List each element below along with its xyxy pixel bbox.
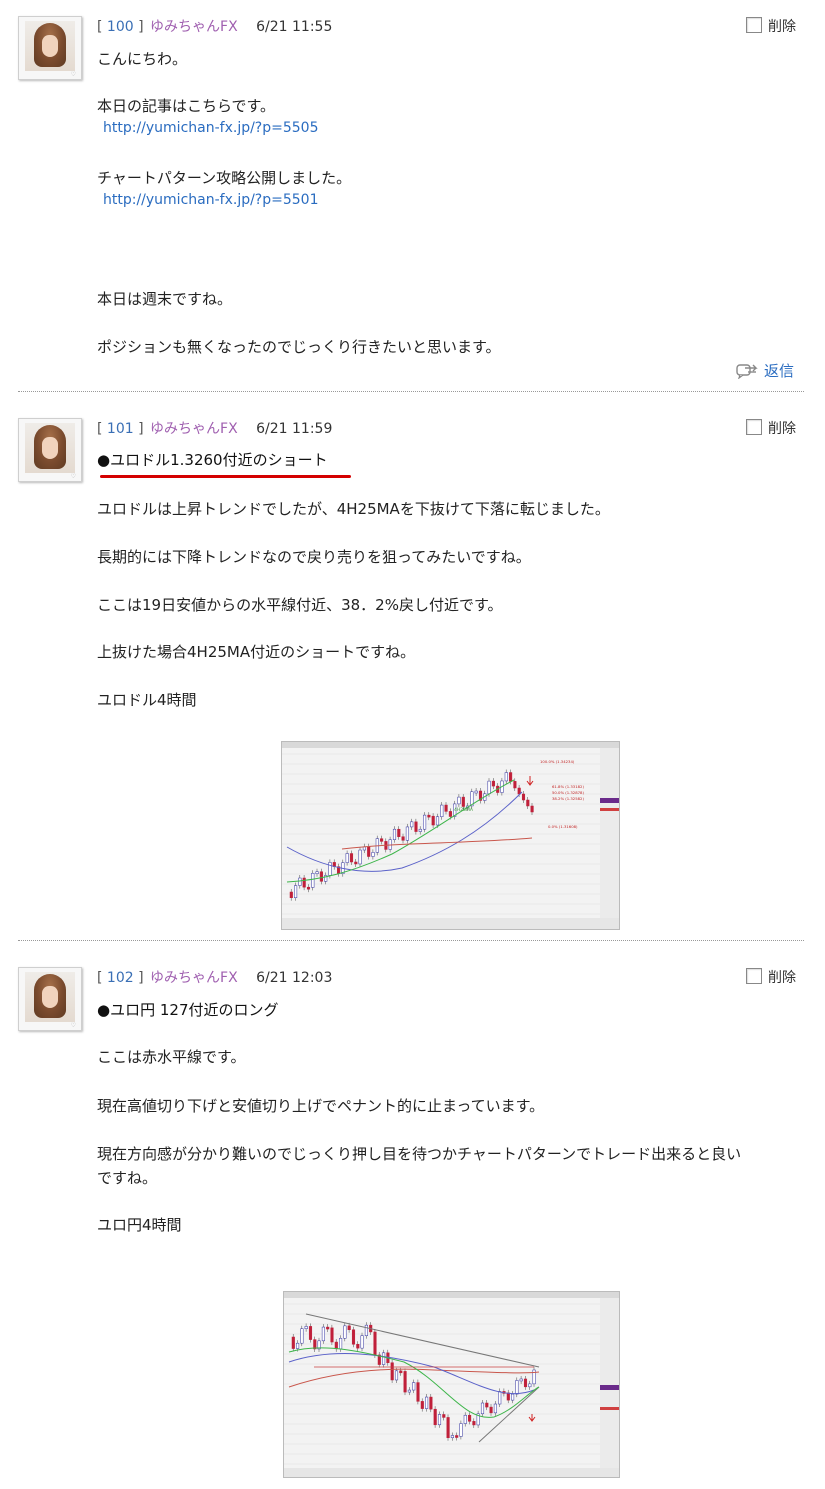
candle — [437, 1414, 442, 1426]
candle — [360, 1335, 364, 1349]
candle — [455, 1435, 459, 1438]
candle — [463, 1414, 467, 1424]
candle — [300, 1328, 304, 1344]
candle — [308, 1326, 313, 1340]
candle — [291, 1336, 295, 1349]
candle — [373, 1331, 377, 1356]
comment-102: ♡ [ 102 ] ゆみちゃんFX 6/21 12:03 削除 ●ユロ円 127… — [0, 0, 825, 1489]
candle — [528, 1383, 532, 1388]
candle — [356, 1344, 360, 1349]
candle — [334, 1341, 338, 1350]
body-line: ユロ円4時間 — [97, 1216, 182, 1234]
candle — [450, 1435, 454, 1439]
candle — [304, 1326, 308, 1329]
candle — [519, 1378, 523, 1382]
candle — [506, 1392, 510, 1401]
candle — [416, 1382, 420, 1402]
candle — [511, 1393, 515, 1401]
candle — [321, 1326, 325, 1342]
body-line: ここは赤水平線です。 — [97, 1048, 246, 1066]
candle — [472, 1421, 476, 1426]
candle — [347, 1325, 351, 1330]
candle — [420, 1401, 424, 1409]
candle — [485, 1402, 489, 1408]
candle — [515, 1380, 519, 1395]
candle — [364, 1324, 368, 1336]
candle — [351, 1329, 356, 1345]
candle — [339, 1338, 343, 1350]
candle — [489, 1406, 493, 1414]
candle — [394, 1370, 399, 1381]
candle — [425, 1396, 429, 1409]
candle — [498, 1391, 502, 1405]
candle — [326, 1326, 330, 1330]
candle — [493, 1403, 497, 1414]
body-line: ですね。 — [97, 1169, 158, 1187]
candle — [343, 1325, 347, 1339]
candle — [523, 1378, 528, 1388]
candle — [433, 1408, 437, 1426]
body-line: 現在方向感が分かり難いのでじっくり押し目を待つかチャートパターンでトレード出来る… — [97, 1145, 742, 1163]
candle — [468, 1414, 472, 1422]
post-headline: ●ユロ円 127付近のロング — [97, 1001, 279, 1019]
chart-svg — [284, 1292, 619, 1477]
candle — [403, 1371, 407, 1393]
candle — [382, 1352, 386, 1365]
candle — [412, 1382, 416, 1391]
checkbox-icon[interactable] — [746, 968, 762, 984]
candle — [399, 1370, 403, 1374]
candle — [442, 1414, 446, 1418]
candle — [296, 1342, 300, 1349]
comment-number-link[interactable]: 102 — [107, 970, 134, 986]
comment-date: 6/21 12:03 — [256, 970, 333, 986]
candle — [330, 1327, 334, 1343]
username-link[interactable]: ゆみちゃんFX — [150, 970, 238, 986]
delete-control[interactable]: 削除 — [746, 967, 796, 987]
comment-meta: [ 102 ] ゆみちゃんFX 6/21 12:03 — [97, 970, 333, 986]
candle — [429, 1396, 433, 1410]
body-line: 現在高値切り下げと安値切り上げでペナント的に止まっています。 — [97, 1097, 545, 1115]
candle — [480, 1402, 485, 1415]
eurjpy-chart-image[interactable] — [283, 1291, 620, 1478]
candle — [446, 1417, 450, 1439]
candle — [390, 1362, 394, 1381]
candle — [407, 1389, 411, 1393]
delete-label: 削除 — [768, 970, 796, 986]
candle — [459, 1423, 463, 1437]
avatar[interactable]: ♡ — [18, 967, 82, 1031]
